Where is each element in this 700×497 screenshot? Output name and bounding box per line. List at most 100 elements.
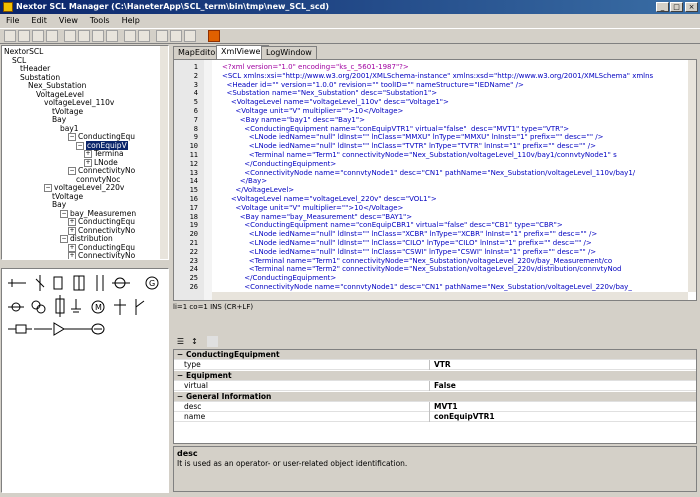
- scl-tree[interactable]: NextorSCL SCL tHeader Substation Nex_Substat…: [1, 45, 169, 260]
- property-row[interactable]: desc MVT1: [174, 402, 696, 412]
- property-category[interactable]: − Equipment: [174, 370, 696, 381]
- line-number: 16: [189, 195, 198, 203]
- toolbar: [0, 28, 700, 44]
- breaker-symbol-icon: [53, 276, 63, 290]
- menu-file[interactable]: File: [0, 14, 25, 27]
- cut-icon[interactable]: [64, 30, 76, 42]
- property-toolbar: ☰ ↕: [173, 335, 697, 349]
- categorized-icon[interactable]: ☰: [175, 336, 186, 347]
- menu-edit[interactable]: Edit: [25, 14, 53, 27]
- property-value[interactable]: VTR: [434, 360, 451, 370]
- undo-icon[interactable]: [106, 30, 118, 42]
- sort-alpha-icon[interactable]: ↕: [189, 336, 200, 347]
- line-number: 10: [189, 142, 198, 151]
- line-number: 26: [189, 283, 198, 291]
- collapse-icon[interactable]: −: [60, 235, 68, 243]
- maximize-button[interactable]: □: [670, 2, 683, 12]
- menu-view[interactable]: View: [53, 14, 84, 27]
- property-pages-icon[interactable]: [207, 336, 218, 347]
- disconnector-symbol-icon: [35, 275, 45, 291]
- collapse-icon[interactable]: −: [176, 392, 184, 402]
- tree-scrollbar[interactable]: [160, 46, 168, 259]
- collapse-icon[interactable]: −: [60, 209, 68, 218]
- copy-icon[interactable]: [78, 30, 90, 42]
- amplifier-symbol-icon: [53, 322, 92, 336]
- property-name: name: [184, 412, 206, 422]
- window-title: Nextor SCL Manager (C:\HaneterApp\SCL_te…: [16, 2, 330, 11]
- column-divider[interactable]: [429, 360, 430, 371]
- fuse-symbol-icon: [8, 324, 32, 334]
- line-number: 24: [189, 265, 198, 274]
- tree-node[interactable]: + ConnectivityNo: [68, 251, 136, 260]
- layout-icon[interactable]: [124, 30, 136, 42]
- window-icon[interactable]: [138, 30, 150, 42]
- collapse-icon[interactable]: −: [176, 350, 184, 360]
- export-icon[interactable]: [170, 30, 182, 42]
- property-value[interactable]: conEquipVTR1: [434, 412, 495, 422]
- paste-icon[interactable]: [92, 30, 104, 42]
- import-icon[interactable]: [156, 30, 168, 42]
- property-grid[interactable]: − ConductingEquipment type VTR − Equipment vir…: [173, 349, 697, 444]
- collapse-icon[interactable]: −: [176, 371, 184, 381]
- editor-vscrollbar[interactable]: [688, 60, 696, 292]
- menu-help[interactable]: Help: [116, 14, 146, 27]
- menu-tools[interactable]: Tools: [84, 14, 116, 27]
- line-number: 20: [189, 230, 198, 239]
- property-value[interactable]: False: [434, 381, 456, 391]
- app-icon: [3, 2, 13, 12]
- title-bar: Nextor SCL Manager (C:\HaneterApp\SCL_te…: [0, 0, 700, 14]
- stop-icon[interactable]: [208, 30, 220, 42]
- property-value[interactable]: MVT1: [434, 402, 458, 412]
- save-icon[interactable]: [32, 30, 44, 42]
- line-number: 8: [193, 124, 198, 133]
- save-all-icon[interactable]: [46, 30, 58, 42]
- collapse-icon[interactable]: −: [44, 184, 52, 192]
- xml-editor[interactable]: 1 <?xml version="1.0" encoding="ks_c_5601…: [173, 59, 697, 301]
- tree-node-label: ConnectivityNo: [78, 251, 136, 260]
- xml-line: <LNode iedName="null" ldInst="" lnClass=…: [222, 230, 598, 239]
- xml-line: <Terminal name="Term2" connectivityNode=…: [222, 265, 622, 274]
- line-number: 23: [189, 256, 198, 265]
- expand-icon[interactable]: +: [68, 252, 76, 259]
- line-number: 11: [189, 151, 198, 159]
- xml-line: <Terminal name="Term1" connectivityNode=…: [222, 151, 617, 159]
- capacitor-symbol-icon: [96, 275, 104, 291]
- collapse-icon[interactable]: −: [68, 167, 76, 175]
- transformer-symbol-icon: [73, 275, 85, 291]
- svg-text:M: M: [95, 303, 102, 312]
- symbol-palette-grid[interactable]: G M: [2, 269, 168, 369]
- line-number: 17: [189, 203, 198, 212]
- fold-gutter: [204, 60, 212, 300]
- close-button[interactable]: ×: [685, 2, 698, 12]
- validate-icon[interactable]: [184, 30, 196, 42]
- minimize-button[interactable]: _: [656, 2, 669, 12]
- edit-icon[interactable]: [18, 30, 30, 42]
- line-number: 9: [193, 133, 198, 142]
- xml-line: <Voltage unit="V" multiplier="">10</Volt…: [222, 107, 404, 115]
- property-row[interactable]: name conEquipVTR1: [174, 412, 696, 423]
- xml-line: </ConductingEquipment>: [222, 274, 337, 283]
- xml-line: <Bay name="bay_Measurement" desc="BAY1">: [222, 212, 413, 221]
- bus-symbol-icon: [8, 279, 26, 287]
- column-divider[interactable]: [429, 381, 430, 392]
- description-text: It is used as an operator- or user-relat…: [177, 459, 408, 468]
- column-divider[interactable]: [429, 412, 430, 423]
- xml-line: <LNode iedName="null" ldInst="" lnClass=…: [222, 142, 596, 151]
- xml-line: <ConnectivityNode name="connvtyNode1" de…: [222, 283, 632, 291]
- property-row[interactable]: virtual False: [174, 381, 696, 392]
- editor-hscrollbar[interactable]: [212, 292, 688, 300]
- collapse-icon[interactable]: −: [68, 133, 76, 141]
- property-row[interactable]: type VTR: [174, 360, 696, 371]
- property-category[interactable]: − ConductingEquipment: [174, 350, 696, 360]
- line-number: 19: [189, 221, 198, 230]
- description-panel: desc It is used as an operator- or user-…: [173, 446, 697, 492]
- ct-symbol-icon: [8, 302, 24, 312]
- svg-text:G: G: [149, 279, 155, 288]
- line-number: 25: [189, 274, 198, 283]
- tab-logwindow[interactable]: LogWindow: [261, 46, 317, 59]
- collapse-icon[interactable]: −: [76, 141, 84, 150]
- column-divider[interactable]: [429, 402, 430, 412]
- xml-line: <ConductingEquipment name="conEquipCBR1"…: [222, 221, 563, 230]
- property-category[interactable]: − General Information: [174, 391, 696, 402]
- open-icon[interactable]: [4, 30, 16, 42]
